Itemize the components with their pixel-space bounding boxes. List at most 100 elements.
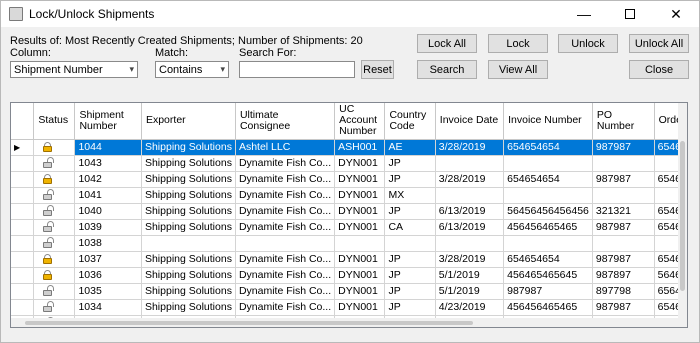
cell-acct[interactable]: DYN001 <box>334 299 386 316</box>
table-row[interactable]: 1043 Shipping Solutions Dynamite Fish Co..… <box>11 155 687 172</box>
cell-uc[interactable]: Dynamite Fish Co... <box>235 219 336 236</box>
cell-exp[interactable]: Shipping Solutions <box>141 251 236 268</box>
minimize-button[interactable]: — <box>561 1 607 27</box>
cell-inv[interactable]: 654654654 <box>503 139 593 156</box>
status-cell[interactable] <box>33 251 76 268</box>
lock-all-button[interactable]: Lock All <box>417 34 477 53</box>
cell-cc[interactable]: AE <box>384 139 436 156</box>
cell-date[interactable]: 6/13/2019 <box>435 203 505 220</box>
cell-po[interactable]: 321321 <box>592 203 655 220</box>
cell-acct[interactable]: DYN001 <box>334 267 386 284</box>
cell-exp[interactable]: Shipping Solutions <box>141 187 236 204</box>
cell-cc[interactable]: JP <box>384 171 436 188</box>
table-row[interactable]: 1037 Shipping Solutions Dynamite Fish Co..… <box>11 251 687 268</box>
cell-cc[interactable]: JP <box>384 267 436 284</box>
row-header[interactable]: ▶ <box>11 139 35 156</box>
row-header[interactable] <box>11 171 35 188</box>
cell-date[interactable] <box>435 187 505 204</box>
cell-inv[interactable]: 987987 <box>503 283 593 300</box>
cell-cc[interactable]: JP <box>384 251 436 268</box>
cell-cc[interactable]: MX <box>384 187 436 204</box>
table-row[interactable]: 1038 <box>11 235 687 252</box>
cell-date[interactable]: 3/28/2019 <box>435 139 505 156</box>
column-header[interactable]: Ultimate Consignee <box>235 103 336 140</box>
column-header[interactable]: Invoice Date <box>435 103 505 140</box>
cell-acct[interactable]: DYN001 <box>334 251 386 268</box>
cell-uc[interactable]: Dynamite Fish Co... <box>235 267 336 284</box>
cell-acct[interactable]: DYN001 <box>334 283 386 300</box>
cell-acct[interactable]: ASH001 <box>334 139 386 156</box>
status-cell[interactable] <box>33 155 76 172</box>
row-header[interactable] <box>11 267 35 284</box>
cell-date[interactable]: 5/1/2019 <box>435 267 505 284</box>
cell-po[interactable] <box>592 235 655 252</box>
lock-button[interactable]: Lock <box>488 34 548 53</box>
cell-inv[interactable]: 654654654 <box>503 171 593 188</box>
cell-acct[interactable]: DYN001 <box>334 171 386 188</box>
row-header[interactable] <box>11 203 35 220</box>
status-cell[interactable] <box>33 171 76 188</box>
cell-po[interactable]: 987987 <box>592 219 655 236</box>
table-row[interactable]: 1041 Shipping Solutions Dynamite Fish Co..… <box>11 187 687 204</box>
cell-ship[interactable]: 1040 <box>74 203 142 220</box>
cell-uc[interactable]: Dynamite Fish Co... <box>235 171 336 188</box>
table-row[interactable]: 1036 Shipping Solutions Dynamite Fish Co..… <box>11 267 687 284</box>
cell-cc[interactable]: JP <box>384 299 436 316</box>
cell-date[interactable] <box>435 235 505 252</box>
cell-inv[interactable]: 56456456456456 <box>503 203 593 220</box>
row-header[interactable] <box>11 283 35 300</box>
cell-uc[interactable]: Dynamite Fish Co... <box>235 299 336 316</box>
vertical-scrollbar[interactable] <box>678 103 687 327</box>
table-row[interactable]: 1034 Shipping Solutions Dynamite Fish Co..… <box>11 299 687 316</box>
cell-exp[interactable]: Shipping Solutions <box>141 219 236 236</box>
table-row[interactable]: 1042 Shipping Solutions Dynamite Fish Co..… <box>11 171 687 188</box>
row-header[interactable] <box>11 187 35 204</box>
cell-inv[interactable]: 456456465465 <box>503 219 593 236</box>
status-cell[interactable] <box>33 139 76 156</box>
column-header[interactable]: Status <box>33 103 76 140</box>
status-cell[interactable] <box>33 235 76 252</box>
cell-date[interactable]: 4/23/2019 <box>435 299 505 316</box>
cell-po[interactable]: 987987 <box>592 139 655 156</box>
cell-cc[interactable]: JP <box>384 155 436 172</box>
column-header[interactable]: Exporter <box>141 103 236 140</box>
cell-inv[interactable] <box>503 235 593 252</box>
column-header[interactable]: UC Account Number <box>334 103 386 140</box>
table-row[interactable]: 1039 Shipping Solutions Dynamite Fish Co..… <box>11 219 687 236</box>
cell-inv[interactable]: 654654654 <box>503 251 593 268</box>
cell-exp[interactable] <box>141 235 236 252</box>
cell-exp[interactable]: Shipping Solutions <box>141 203 236 220</box>
cell-acct[interactable]: DYN001 <box>334 219 386 236</box>
column-select[interactable]: Shipment Number ▾ <box>10 61 138 78</box>
cell-cc[interactable]: CA <box>384 219 436 236</box>
status-cell[interactable] <box>33 267 76 284</box>
table-row[interactable]: ▶ 1044 Shipping Solutions Ashtel LLC ASH001 A… <box>11 139 687 156</box>
column-header[interactable]: Invoice Number <box>503 103 593 140</box>
cell-exp[interactable]: Shipping Solutions <box>141 283 236 300</box>
row-header[interactable] <box>11 155 35 172</box>
row-header[interactable] <box>11 219 35 236</box>
cell-cc[interactable] <box>384 235 436 252</box>
maximize-button[interactable] <box>607 1 653 27</box>
cell-acct[interactable]: DYN001 <box>334 187 386 204</box>
cell-po[interactable]: 987987 <box>592 299 655 316</box>
cell-inv[interactable] <box>503 155 593 172</box>
cell-exp[interactable]: Shipping Solutions <box>141 267 236 284</box>
status-cell[interactable] <box>33 283 76 300</box>
cell-date[interactable] <box>435 155 505 172</box>
match-select[interactable]: Contains ▾ <box>155 61 229 78</box>
cell-cc[interactable]: JP <box>384 203 436 220</box>
cell-po[interactable] <box>592 187 655 204</box>
cell-date[interactable]: 6/13/2019 <box>435 219 505 236</box>
status-cell[interactable] <box>33 187 76 204</box>
close-window-button[interactable]: ✕ <box>653 1 699 27</box>
search-input[interactable] <box>239 61 355 78</box>
cell-inv[interactable]: 456465465645 <box>503 267 593 284</box>
row-header[interactable] <box>11 235 35 252</box>
column-header[interactable]: Country Code <box>384 103 436 140</box>
cell-uc[interactable] <box>235 235 336 252</box>
cell-uc[interactable]: Dynamite Fish Co... <box>235 155 336 172</box>
cell-po[interactable]: 987987 <box>592 171 655 188</box>
table-row[interactable]: 1035 Shipping Solutions Dynamite Fish Co..… <box>11 283 687 300</box>
cell-ship[interactable]: 1041 <box>74 187 142 204</box>
